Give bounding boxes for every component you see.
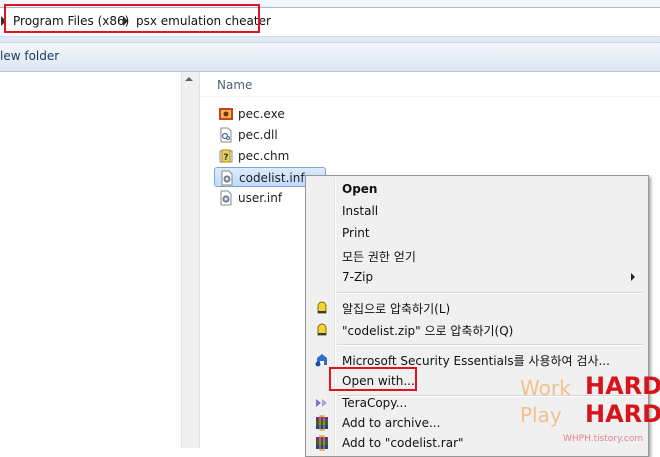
navigation-scrollbar[interactable] bbox=[181, 72, 199, 448]
security-essentials-icon bbox=[315, 354, 327, 367]
file-name: pec.chm bbox=[238, 149, 290, 163]
dll-icon bbox=[220, 127, 232, 143]
watermark-text: HARD bbox=[585, 372, 660, 400]
file-name: pec.exe bbox=[238, 107, 285, 121]
navigation-pane bbox=[0, 72, 200, 448]
menu-item-label: TeraCopy... bbox=[342, 396, 408, 410]
menu-item-take-ownership[interactable]: 모든 권한 얻기 bbox=[308, 244, 644, 266]
breadcrumb-highlight-box bbox=[4, 4, 260, 33]
command-toolbar: lew folder bbox=[0, 43, 660, 72]
exe-icon bbox=[219, 108, 233, 120]
winrar-icon bbox=[316, 415, 328, 431]
svg-text:?: ? bbox=[223, 153, 228, 163]
menu-item-label: 알집으로 압축하기(L) bbox=[342, 302, 451, 316]
menu-item-label: 7-Zip bbox=[342, 270, 374, 284]
address-bar: Program Files (x86) psx emulation cheate… bbox=[0, 0, 660, 43]
settings-file-icon bbox=[220, 190, 232, 206]
menu-item-open[interactable]: Open bbox=[308, 178, 644, 200]
menu-separator bbox=[337, 344, 643, 346]
column-header-name[interactable]: Name bbox=[217, 78, 252, 92]
scroll-up-arrow-icon[interactable] bbox=[185, 77, 193, 81]
menu-item-label: Print bbox=[342, 226, 370, 240]
menu-item-label: Install bbox=[342, 204, 379, 218]
winrar-icon bbox=[316, 435, 328, 451]
watermark-text: Play bbox=[520, 403, 562, 427]
help-file-icon: ? bbox=[219, 149, 233, 163]
settings-file-icon bbox=[221, 170, 233, 186]
menu-item-label: Add to archive... bbox=[342, 416, 441, 430]
watermark-text: WHPH.tistory.com bbox=[563, 434, 644, 444]
new-folder-button[interactable]: lew folder bbox=[0, 49, 59, 63]
submenu-arrow-icon bbox=[631, 273, 635, 281]
menu-item-label: Open bbox=[342, 182, 378, 196]
file-item-pec-dll[interactable]: pec.dll bbox=[214, 125, 324, 145]
teracopy-icon bbox=[316, 399, 327, 407]
menu-item-install[interactable]: Install bbox=[308, 200, 644, 222]
header-divider bbox=[200, 96, 660, 97]
open-with-highlight-box bbox=[329, 367, 417, 391]
file-name: pec.dll bbox=[238, 128, 278, 142]
file-item-pec-exe[interactable]: pec.exe bbox=[214, 104, 324, 124]
menu-item-print[interactable]: Print bbox=[308, 222, 644, 244]
menu-item-label: 모든 권한 얻기 bbox=[342, 250, 416, 264]
file-item-pec-chm[interactable]: ? pec.chm bbox=[214, 146, 324, 166]
menu-item-alzip-compress[interactable]: 알집으로 압축하기(L) bbox=[308, 296, 644, 318]
menu-item-alzip-compress-zip[interactable]: "codelist.zip" 으로 압축하기(Q) bbox=[308, 318, 644, 340]
watermark-text: Work bbox=[520, 376, 571, 400]
menu-item-7zip[interactable]: 7-Zip bbox=[308, 266, 644, 288]
alzip-icon bbox=[317, 301, 327, 314]
menu-separator bbox=[337, 292, 643, 294]
menu-item-label: "codelist.zip" 으로 압축하기(Q) bbox=[342, 324, 514, 338]
file-name: user.inf bbox=[238, 191, 283, 205]
alzip-icon bbox=[317, 323, 327, 336]
file-name: codelist.inf bbox=[239, 171, 305, 185]
watermark-text: HARD bbox=[585, 400, 660, 428]
